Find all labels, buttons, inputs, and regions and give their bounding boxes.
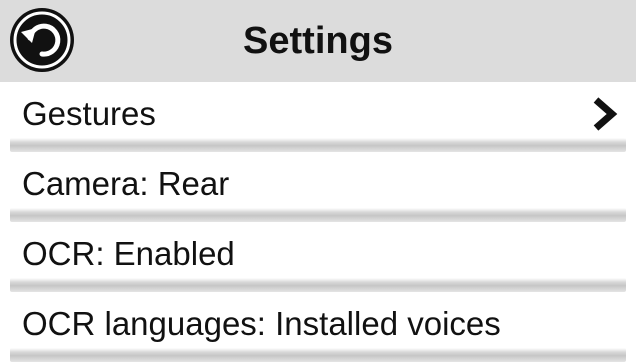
settings-item-ocr[interactable]: OCR: Enabled (0, 222, 636, 292)
row-divider (10, 348, 626, 362)
settings-item-gestures[interactable]: Gestures (0, 82, 636, 152)
row-divider (10, 278, 626, 292)
chevron-right-icon (593, 97, 618, 131)
settings-item-label: Gestures (22, 95, 156, 132)
back-button[interactable] (10, 8, 74, 72)
settings-screen: Settings Gestures Camera: Rear OCR: Enab… (0, 0, 636, 363)
row-divider (10, 138, 626, 152)
header-bar: Settings (0, 0, 636, 82)
settings-item-label: OCR languages: Installed voices (22, 305, 501, 342)
settings-item-label: Camera: Rear (22, 165, 230, 202)
row-divider (10, 208, 626, 222)
settings-list: Gestures Camera: Rear OCR: Enabled OCR l… (0, 82, 636, 362)
settings-item-camera[interactable]: Camera: Rear (0, 152, 636, 222)
back-arrow-icon (13, 11, 71, 69)
settings-item-ocr-languages[interactable]: OCR languages: Installed voices (0, 292, 636, 362)
settings-item-label: OCR: Enabled (22, 235, 235, 272)
page-title: Settings (243, 20, 393, 62)
